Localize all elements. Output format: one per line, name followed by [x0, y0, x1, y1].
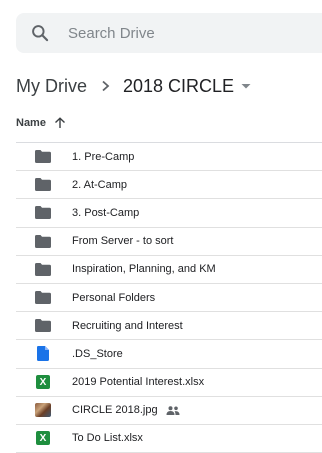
- list-item[interactable]: 3. Post-Camp: [16, 199, 322, 228]
- dropdown-arrow-icon[interactable]: [240, 82, 252, 90]
- list-item[interactable]: 1. Pre-Camp: [16, 143, 322, 172]
- file-name: From Server - to sort: [72, 235, 174, 248]
- file-name: .DS_Store: [72, 347, 123, 360]
- list-item[interactable]: Inspiration, Planning, and KM: [16, 256, 322, 284]
- list-item[interactable]: X 2019 Potential Interest.xlsx: [16, 369, 322, 397]
- folder-icon: [35, 150, 51, 164]
- breadcrumb-root[interactable]: My Drive: [16, 76, 87, 97]
- list-item[interactable]: .DS_Store: [16, 340, 322, 369]
- file-name: CIRCLE 2018.jpg: [72, 404, 158, 417]
- folder-icon: [35, 206, 51, 220]
- chevron-right-icon: [101, 80, 111, 92]
- file-name: 2019 Potential Interest.xlsx: [72, 376, 205, 389]
- list-item[interactable]: Personal Folders: [16, 284, 322, 313]
- list-header: Name: [16, 108, 322, 138]
- file-name: Recruiting and Interest: [72, 319, 183, 332]
- search-icon[interactable]: [28, 21, 52, 45]
- shared-people-icon: [166, 406, 180, 415]
- file-name: 3. Post-Camp: [72, 206, 140, 219]
- list-item[interactable]: 2. At-Camp: [16, 171, 322, 200]
- list-item[interactable]: From Server - to sort: [16, 228, 322, 256]
- document-icon: [35, 346, 51, 362]
- folder-icon: [35, 291, 51, 305]
- name-column-header[interactable]: Name: [16, 117, 46, 129]
- folder-icon: [35, 262, 51, 276]
- image-thumbnail: [35, 403, 51, 418]
- list-item[interactable]: Recruiting and Interest: [16, 312, 322, 341]
- excel-icon: X: [35, 431, 51, 446]
- search-bar[interactable]: [16, 13, 322, 53]
- list-item[interactable]: CIRCLE 2018.jpg: [16, 397, 322, 425]
- file-name: 1. Pre-Camp: [72, 150, 135, 163]
- folder-icon: [35, 178, 51, 192]
- file-name: 2. At-Camp: [72, 178, 128, 191]
- search-input[interactable]: [66, 23, 290, 43]
- folder-icon: [35, 234, 51, 248]
- file-name: Inspiration, Planning, and KM: [72, 263, 216, 276]
- excel-icon: X: [35, 375, 51, 390]
- breadcrumb: My Drive 2018 CIRCLE: [16, 71, 252, 101]
- sort-up-arrow-icon[interactable]: [54, 117, 66, 129]
- folder-icon: [35, 319, 51, 333]
- file-name: Personal Folders: [72, 291, 156, 304]
- breadcrumb-current[interactable]: 2018 CIRCLE: [123, 76, 234, 97]
- file-list: 1. Pre-Camp 2. At-Camp 3. Post-Camp From…: [16, 143, 322, 453]
- file-name: To Do List.xlsx: [72, 432, 143, 445]
- list-item[interactable]: X To Do List.xlsx: [16, 425, 322, 453]
